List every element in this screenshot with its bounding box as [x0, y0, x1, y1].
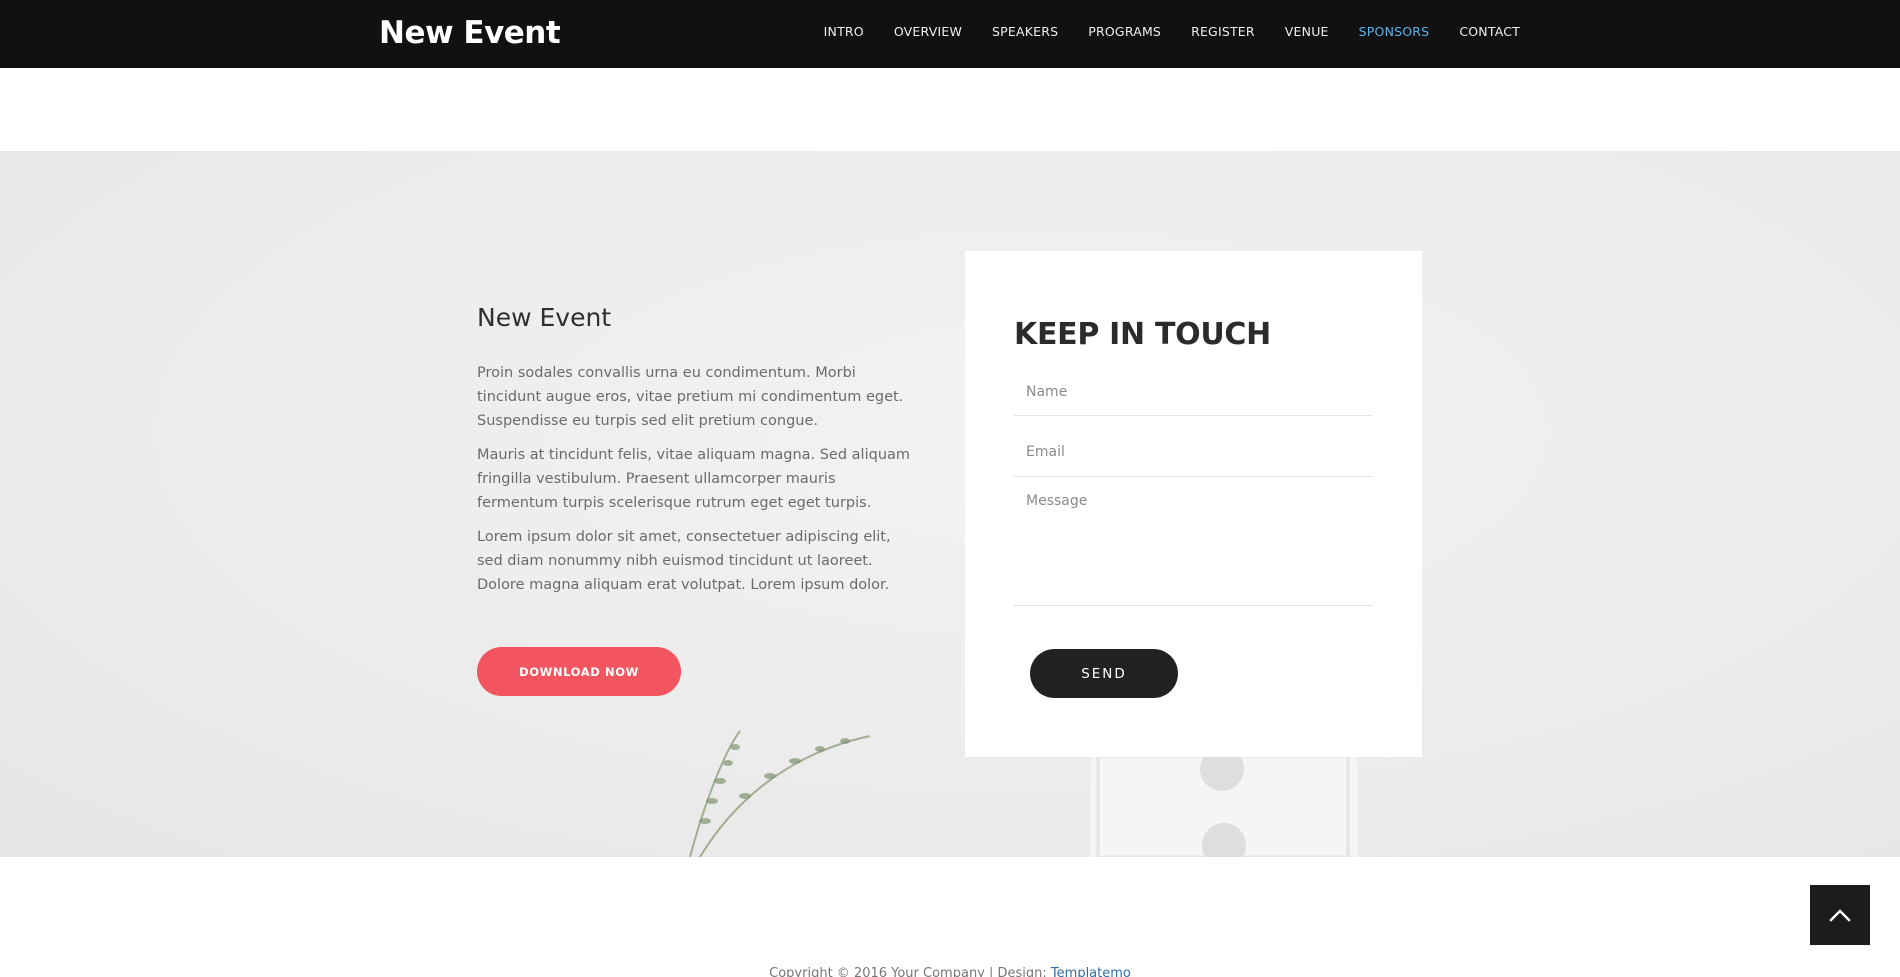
copyright-text: Copyright © 2016 Your Company | Design: — [769, 966, 1051, 977]
email-field[interactable] — [1014, 428, 1372, 477]
message-field[interactable] — [1014, 485, 1372, 606]
send-button[interactable]: SEND — [1030, 649, 1178, 698]
nav-programs[interactable]: PROGRAMS — [1088, 24, 1161, 40]
chevron-up-icon — [1829, 909, 1851, 922]
footer-link[interactable]: Templatemo — [1051, 966, 1131, 977]
contact-section: New Event Proin sodales convallis urna e… — [0, 151, 1900, 857]
navbar: New Event INTRO OVERVIEW SPEAKERS PROGRA… — [0, 0, 1900, 68]
nav-overview[interactable]: OVERVIEW — [894, 24, 962, 40]
footer-copyright: Copyright © 2016 Your Company | Design: … — [0, 966, 1900, 977]
background-decoration — [689, 730, 1358, 857]
name-field[interactable] — [1014, 368, 1372, 416]
main-nav: INTRO OVERVIEW SPEAKERS PROGRAMS REGISTE… — [794, 24, 1520, 40]
brand-logo[interactable]: New Event — [379, 14, 561, 52]
nav-venue[interactable]: VENUE — [1285, 24, 1329, 40]
download-button[interactable]: DOWNLOAD NOW — [477, 647, 681, 696]
event-title: New Event — [477, 303, 612, 332]
contact-form: KEEP IN TOUCH SEND — [965, 251, 1422, 757]
event-info: New Event Proin sodales convallis urna e… — [477, 302, 917, 607]
event-paragraph: Lorem ipsum dolor sit amet, consectetuer… — [477, 529, 891, 593]
nav-register[interactable]: REGISTER — [1191, 24, 1255, 40]
nav-contact[interactable]: CONTACT — [1459, 24, 1520, 40]
nav-intro[interactable]: INTRO — [824, 24, 864, 40]
nav-speakers[interactable]: SPEAKERS — [992, 24, 1058, 40]
event-paragraph: Mauris at tincidunt felis, vitae aliquam… — [477, 447, 911, 511]
nav-sponsors[interactable]: SPONSORS — [1359, 24, 1430, 40]
form-title: KEEP IN TOUCH — [1014, 317, 1271, 352]
back-to-top-button[interactable] — [1810, 885, 1870, 945]
event-paragraph: Proin sodales convallis urna eu condimen… — [477, 365, 904, 429]
